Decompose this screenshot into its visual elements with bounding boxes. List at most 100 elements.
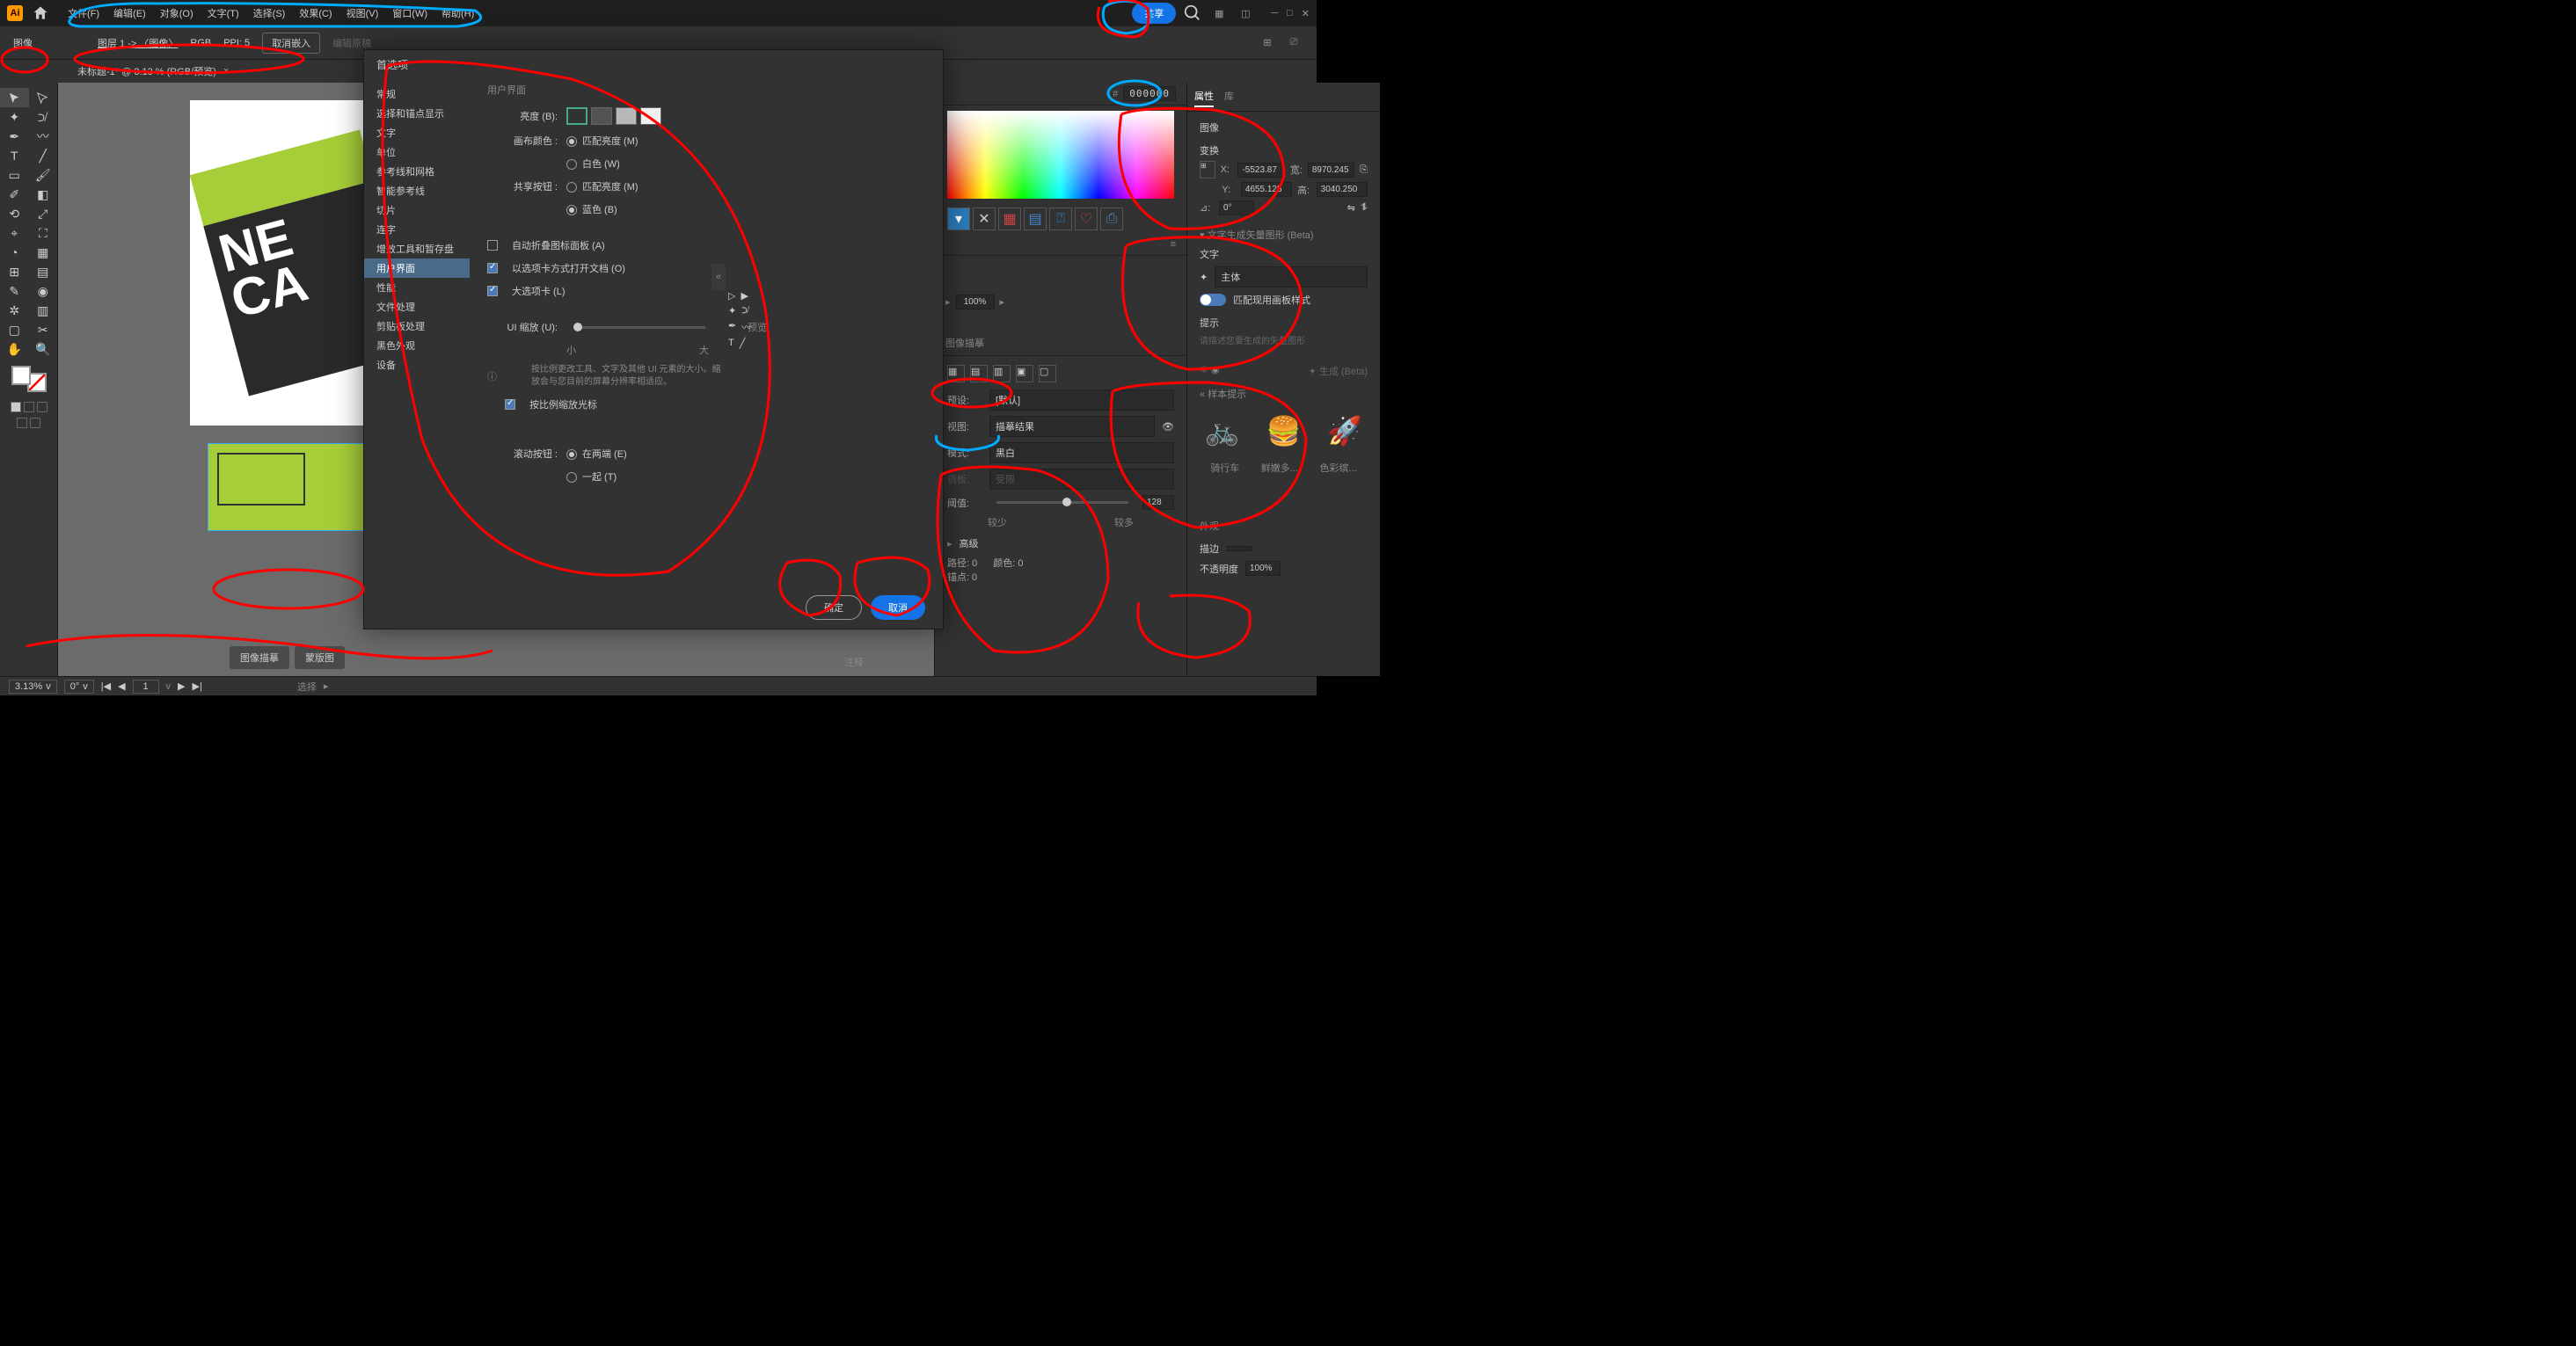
perspective-tool[interactable]: ▦ [29,243,58,262]
nav-ui[interactable]: 用户界面 [364,258,470,278]
brightness-dark[interactable] [566,107,587,125]
screen-mode-icons[interactable] [17,418,40,428]
nav-slices[interactable]: 切片 [364,200,470,220]
nav-performance[interactable]: 性能 [364,278,470,297]
arrange-icon[interactable]: ▦ [1209,4,1229,23]
swatch-rss-icon[interactable]: ⍰ [1049,207,1072,230]
eye-icon[interactable]: 👁 [1162,421,1174,433]
mode-dropdown[interactable]: 黑白 [989,442,1174,463]
nav-clipboard[interactable]: 剪贴板处理 [364,316,470,336]
eraser-tool[interactable]: ◧ [29,185,58,204]
ui-scale-slider[interactable] [573,326,705,329]
menu-file[interactable]: 文件(F) [62,4,105,23]
home-icon[interactable] [32,4,49,22]
workspace-icon[interactable]: ◫ [1236,4,1255,23]
image-trace-button[interactable]: 图像描摹 [230,646,289,669]
libraries-tab[interactable]: 库 [1224,86,1234,107]
angle-input[interactable]: 0° [1219,200,1254,215]
sun-icon[interactable]: ☀ [1200,365,1208,375]
open-tabs-checkbox[interactable] [487,263,498,273]
magic-wand-tool[interactable]: ✦ [0,107,29,127]
brightness-medium-light[interactable] [616,107,637,125]
mesh-tool[interactable]: ⊞ [0,262,29,281]
hand-tool[interactable]: ✋ [0,339,29,359]
scroll-together-radio[interactable] [566,472,577,483]
width-tool[interactable]: ⌖ [0,223,29,243]
symbol-sprayer-tool[interactable]: ✲ [0,301,29,320]
cancel-button[interactable]: 取消 [871,595,925,620]
advanced-toggle[interactable]: 高级 [960,536,979,550]
opacity-input[interactable]: 100% [1245,561,1281,576]
menu-select[interactable]: 选择(S) [248,4,291,23]
draw-mode-icons[interactable] [11,402,47,412]
rotate-tool[interactable]: ⟲ [0,204,29,223]
share-button[interactable]: 共享 [1132,3,1176,24]
flip-v-icon[interactable]: ⥮ [1361,202,1368,214]
shape-builder-tool[interactable]: ◔ [0,243,29,262]
large-tabs-checkbox[interactable] [487,286,498,296]
trace-preset-icon-4[interactable]: ▣ [1016,365,1033,382]
gradient-tool[interactable]: ▤ [29,262,58,281]
hint-placeholder[interactable]: 请描述您要生成的矢量图形 [1200,333,1368,346]
menu-effect[interactable]: 效果(C) [294,4,337,23]
prev-page-icon[interactable]: ◀ [118,680,125,692]
match-style-toggle[interactable] [1200,294,1226,306]
trace-preset-icon-1[interactable]: ▦ [947,365,965,382]
dialog-collapse-icon[interactable]: « [712,264,726,290]
swatch-close-icon[interactable]: ✕ [973,207,996,230]
swatch-heart-icon[interactable]: ♡ [1075,207,1098,230]
menu-window[interactable]: 窗口(W) [387,4,433,23]
line-tool[interactable]: ╱ [29,146,58,165]
nav-guides[interactable]: 参考线和网格 [364,162,470,181]
menu-view[interactable]: 视图(V) [341,4,384,23]
canvas-white-radio[interactable] [566,159,577,170]
rotate-dropdown[interactable]: 0° v [64,680,94,694]
nav-type[interactable]: 文字 [364,123,470,142]
y-input[interactable]: 4655.125 [1241,182,1292,197]
trace-zoom-value[interactable]: 100% [956,295,995,309]
slice-tool[interactable]: ✂ [29,320,58,339]
window-maximize-button[interactable]: □ [1287,8,1293,19]
w-input[interactable]: 8970.245 [1308,163,1354,178]
auto-collapse-checkbox[interactable] [487,240,498,251]
graph-tool[interactable]: ▥ [29,301,58,320]
threshold-slider[interactable] [996,501,1128,504]
color-picker-panel[interactable] [947,111,1174,199]
x-input[interactable]: -5523.87 [1237,163,1284,178]
menu-type[interactable]: 文字(T) [202,4,244,23]
swatch-dropdown-icon[interactable]: ▾ [947,207,970,230]
nav-file-handling[interactable]: 文件处理 [364,297,470,316]
preset-dropdown[interactable]: [默认] [989,389,1174,411]
unembed-button[interactable]: 取消嵌入 [262,33,320,54]
next-page-icon[interactable]: v [166,681,171,692]
nav-black[interactable]: 黑色外观 [364,336,470,355]
tab-close-icon[interactable]: × [223,66,229,76]
zoom-tool[interactable]: 🔍 [29,339,58,359]
coin-icon[interactable]: ◉ [1211,365,1220,375]
trace-preset-icon-3[interactable]: ▥ [993,365,1011,382]
panel-menu-icon[interactable]: ≡ [1171,239,1176,250]
bike-sample-icon[interactable]: 🚲 [1205,414,1240,447]
trace-preset-icon-5[interactable]: ▢ [1039,365,1056,382]
direct-selection-tool[interactable] [29,88,58,107]
share-match-radio[interactable] [566,182,577,193]
panel-settings-icon[interactable]: ⎚ [1284,33,1303,53]
window-close-button[interactable]: ✕ [1302,8,1310,19]
panel-grid-icon[interactable]: ⊞ [1258,33,1277,53]
flip-h-icon[interactable]: ⇋ [1347,202,1355,214]
share-blue-radio[interactable] [566,205,577,215]
nav-units[interactable]: 单位 [364,142,470,162]
paintbrush-tool[interactable]: 🖌 [29,165,58,185]
burger-sample-icon[interactable]: 🍔 [1266,414,1302,447]
end-page-icon[interactable]: ▶| [193,680,202,692]
zoom-dropdown[interactable]: 3.13% v [9,680,57,694]
swatch-grid-icon[interactable]: ▦ [998,207,1021,230]
eyedropper-tool[interactable]: ✎ [0,281,29,301]
menu-object[interactable]: 对象(O) [155,4,199,23]
h-input[interactable]: 3040.250 [1317,182,1368,197]
shaper-tool[interactable]: ✐ [0,185,29,204]
scale-cursor-checkbox[interactable] [505,399,515,410]
free-transform-tool[interactable]: ⛶ [29,223,58,243]
nav-devices[interactable]: 设备 [364,355,470,375]
pen-tool[interactable]: ✒ [0,127,29,146]
